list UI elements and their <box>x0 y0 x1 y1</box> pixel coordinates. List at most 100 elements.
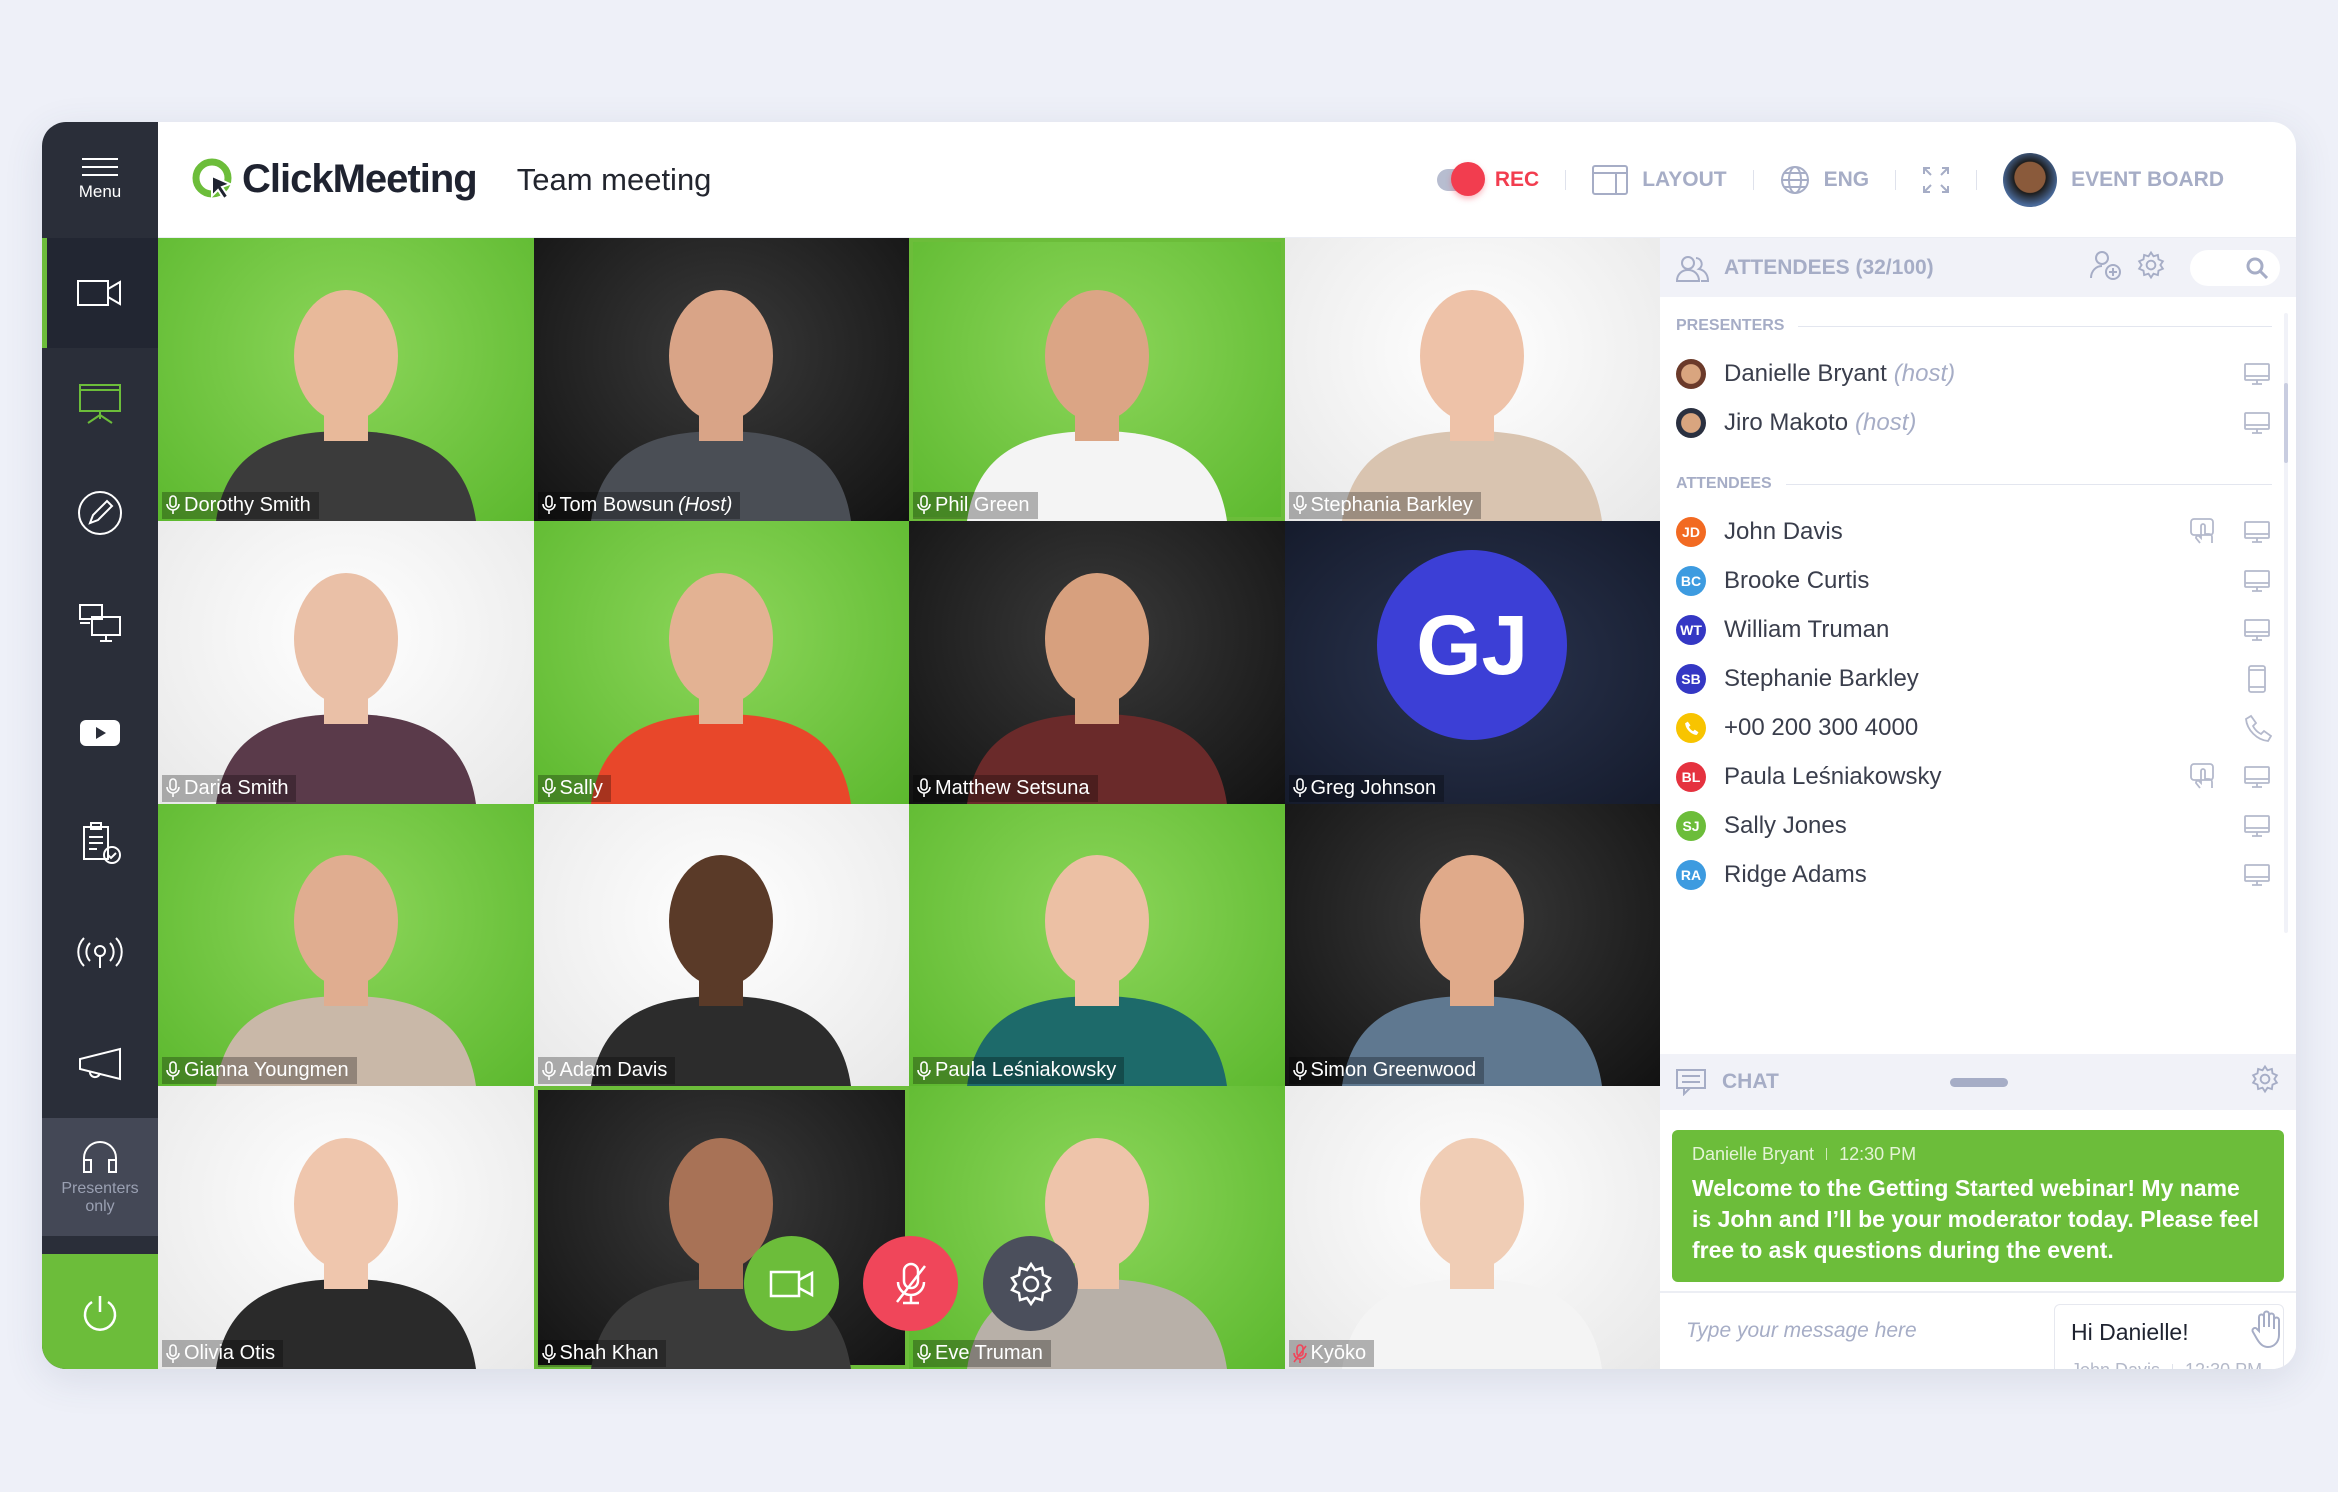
sidebar-item-video[interactable] <box>42 238 158 348</box>
video-camera-icon <box>77 280 121 306</box>
video-tile[interactable]: Adam Davis <box>533 803 909 1087</box>
video-tile[interactable]: Phil Green <box>909 238 1285 521</box>
leave-button[interactable] <box>42 1254 158 1369</box>
menu-button[interactable]: Menu <box>42 122 158 238</box>
presenters-section: PRESENTERS <box>1676 317 2272 335</box>
microphone-toggle-button[interactable] <box>863 1236 958 1331</box>
fullscreen-button[interactable] <box>1896 166 1976 194</box>
microphone-icon <box>917 1343 931 1363</box>
presenter-row[interactable]: Jiro Makoto (host) <box>1660 398 2296 447</box>
video-tile[interactable]: Kyōko <box>1284 1086 1660 1369</box>
language-button[interactable]: ENG <box>1754 165 1896 195</box>
presenter-row[interactable]: Danielle Bryant (host) <box>1660 349 2296 398</box>
attendee-row[interactable]: BC Brooke Curtis <box>1660 556 2296 605</box>
avatar-initials: BL <box>1681 768 1701 785</box>
attendees-scrollbar[interactable] <box>2284 313 2288 933</box>
chat-header: CHAT <box>1660 1054 2296 1110</box>
desktop-icon <box>2244 814 2270 837</box>
participant-video <box>215 855 476 1087</box>
attendee-name: John Davis <box>1724 517 1843 545</box>
microphone-icon <box>917 1060 931 1080</box>
device-indicator <box>2242 860 2272 890</box>
message-text: Welcome to the Getting Started webinar! … <box>1692 1175 2260 1263</box>
attendee-row[interactable]: WT William Truman <box>1660 605 2296 654</box>
megaphone-icon <box>79 1047 121 1081</box>
participant-name-tag: Matthew Setsuna <box>913 774 1098 802</box>
attendee-row[interactable]: SB Stephanie Barkley <box>1660 654 2296 703</box>
video-tile[interactable]: Dorothy Smith <box>158 238 534 521</box>
camera-toggle-button[interactable] <box>744 1236 839 1331</box>
layout-label: LAYOUT <box>1642 167 1727 191</box>
raised-hand-button[interactable] <box>2188 517 2218 547</box>
video-tile[interactable]: Simon Greenwood <box>1284 803 1660 1087</box>
microphone-icon <box>1292 778 1307 797</box>
microphone-muted-icon <box>895 1262 926 1304</box>
event-board-button[interactable]: EVENT BOARD <box>1977 152 2250 207</box>
participant-initials-avatar: GJ <box>1377 550 1568 741</box>
meeting-title: Team meeting <box>516 161 712 197</box>
chat-resize-handle[interactable] <box>1950 1078 2008 1087</box>
avatar-initials: WT <box>1680 621 1702 638</box>
participant-name: Daria Smith <box>184 776 289 799</box>
toggle-switch[interactable] <box>1436 161 1485 196</box>
video-tile[interactable]: Eve Truman <box>909 1086 1285 1369</box>
video-tile[interactable]: GJ Greg Johnson <box>1284 520 1660 804</box>
attendee-row[interactable]: +00 200 300 4000 <box>1660 703 2296 752</box>
clickmeeting-logo: ClickMeeting <box>190 156 478 204</box>
video-tile[interactable]: Olivia Otis <box>158 1086 534 1369</box>
participant-name: Simon Greenwood <box>1310 1059 1477 1082</box>
rec-toggle[interactable]: REC <box>1411 161 1565 196</box>
logo-mark-icon <box>192 158 233 200</box>
presenters-only-toggle[interactable]: Presenters only <box>42 1118 158 1236</box>
sidebar-item-polls[interactable] <box>42 788 158 898</box>
avatar <box>1676 712 1706 743</box>
attendee-row[interactable]: BL Paula Leśniakowsky <box>1660 752 2296 801</box>
avatar <box>1676 407 1706 438</box>
video-camera-icon <box>769 1270 813 1297</box>
video-tile[interactable]: Gianna Youngmen <box>158 803 534 1087</box>
layout-icon <box>1592 164 1629 195</box>
attendees-settings-button[interactable] <box>2136 250 2166 286</box>
sidebar-item-broadcast[interactable] <box>42 898 158 1008</box>
raised-hand-button[interactable] <box>2188 762 2218 792</box>
globe-icon <box>1780 165 1809 194</box>
participant-name: Adam Davis <box>559 1059 668 1082</box>
video-tile[interactable]: Paula Leśniakowsky <box>909 803 1285 1087</box>
video-tile[interactable]: Matthew Setsuna <box>909 520 1285 804</box>
microphone-icon <box>917 495 931 515</box>
attendees-label: ATTENDEES <box>1676 475 1772 492</box>
add-attendee-button[interactable] <box>2090 250 2122 286</box>
sidebar-item-screen-share[interactable] <box>42 568 158 678</box>
sidebar-item-presentation[interactable] <box>42 348 158 458</box>
attendee-row[interactable]: RA Ridge Adams <box>1660 850 2296 899</box>
participant-name: Phil Green <box>935 493 1030 516</box>
participant-name: Paula Leśniakowsky <box>935 1059 1117 1082</box>
participant-name-tag: Tom Bowsun (Host) <box>537 491 741 519</box>
sidebar-item-whiteboard[interactable] <box>42 458 158 568</box>
video-tile[interactable]: Daria Smith <box>158 520 534 804</box>
settings-button[interactable] <box>983 1236 1078 1331</box>
participant-name-tag: Eve Truman <box>913 1340 1051 1367</box>
attendee-row[interactable]: SJ Sally Jones <box>1660 801 2296 850</box>
meeting-window: Menu Presenters only ClickMeeting Team m… <box>42 122 2296 1369</box>
rec-label: REC <box>1494 167 1540 191</box>
attendee-row[interactable]: JD John Davis <box>1660 507 2296 556</box>
avatar: RA <box>1676 859 1706 890</box>
participant-video <box>591 1138 852 1369</box>
attendee-search[interactable] <box>2190 249 2280 286</box>
sidebar-item-announcements[interactable] <box>42 1008 158 1118</box>
chat-message-input[interactable] <box>1686 1319 2250 1343</box>
video-tile[interactable]: Stephania Barkley <box>1284 238 1660 521</box>
layout-button[interactable]: LAYOUT <box>1566 164 1752 195</box>
video-tile[interactable]: Tom Bowsun (Host) <box>533 238 909 521</box>
poll-clipboard-icon <box>83 822 121 864</box>
participant-name: Eve Truman <box>935 1342 1043 1364</box>
raise-hand-button[interactable] <box>2250 1309 2282 1354</box>
video-tile[interactable]: Sally <box>533 520 909 804</box>
participant-name-tag: Stephania Barkley <box>1288 491 1481 519</box>
video-tile[interactable]: Shah Khan <box>533 1086 909 1369</box>
chat-settings-button[interactable] <box>2250 1064 2280 1100</box>
sidebar-item-youtube[interactable] <box>42 678 158 788</box>
attendees-title: ATTENDEES (32/100) <box>1724 255 1934 279</box>
microphone-icon <box>166 1343 180 1363</box>
